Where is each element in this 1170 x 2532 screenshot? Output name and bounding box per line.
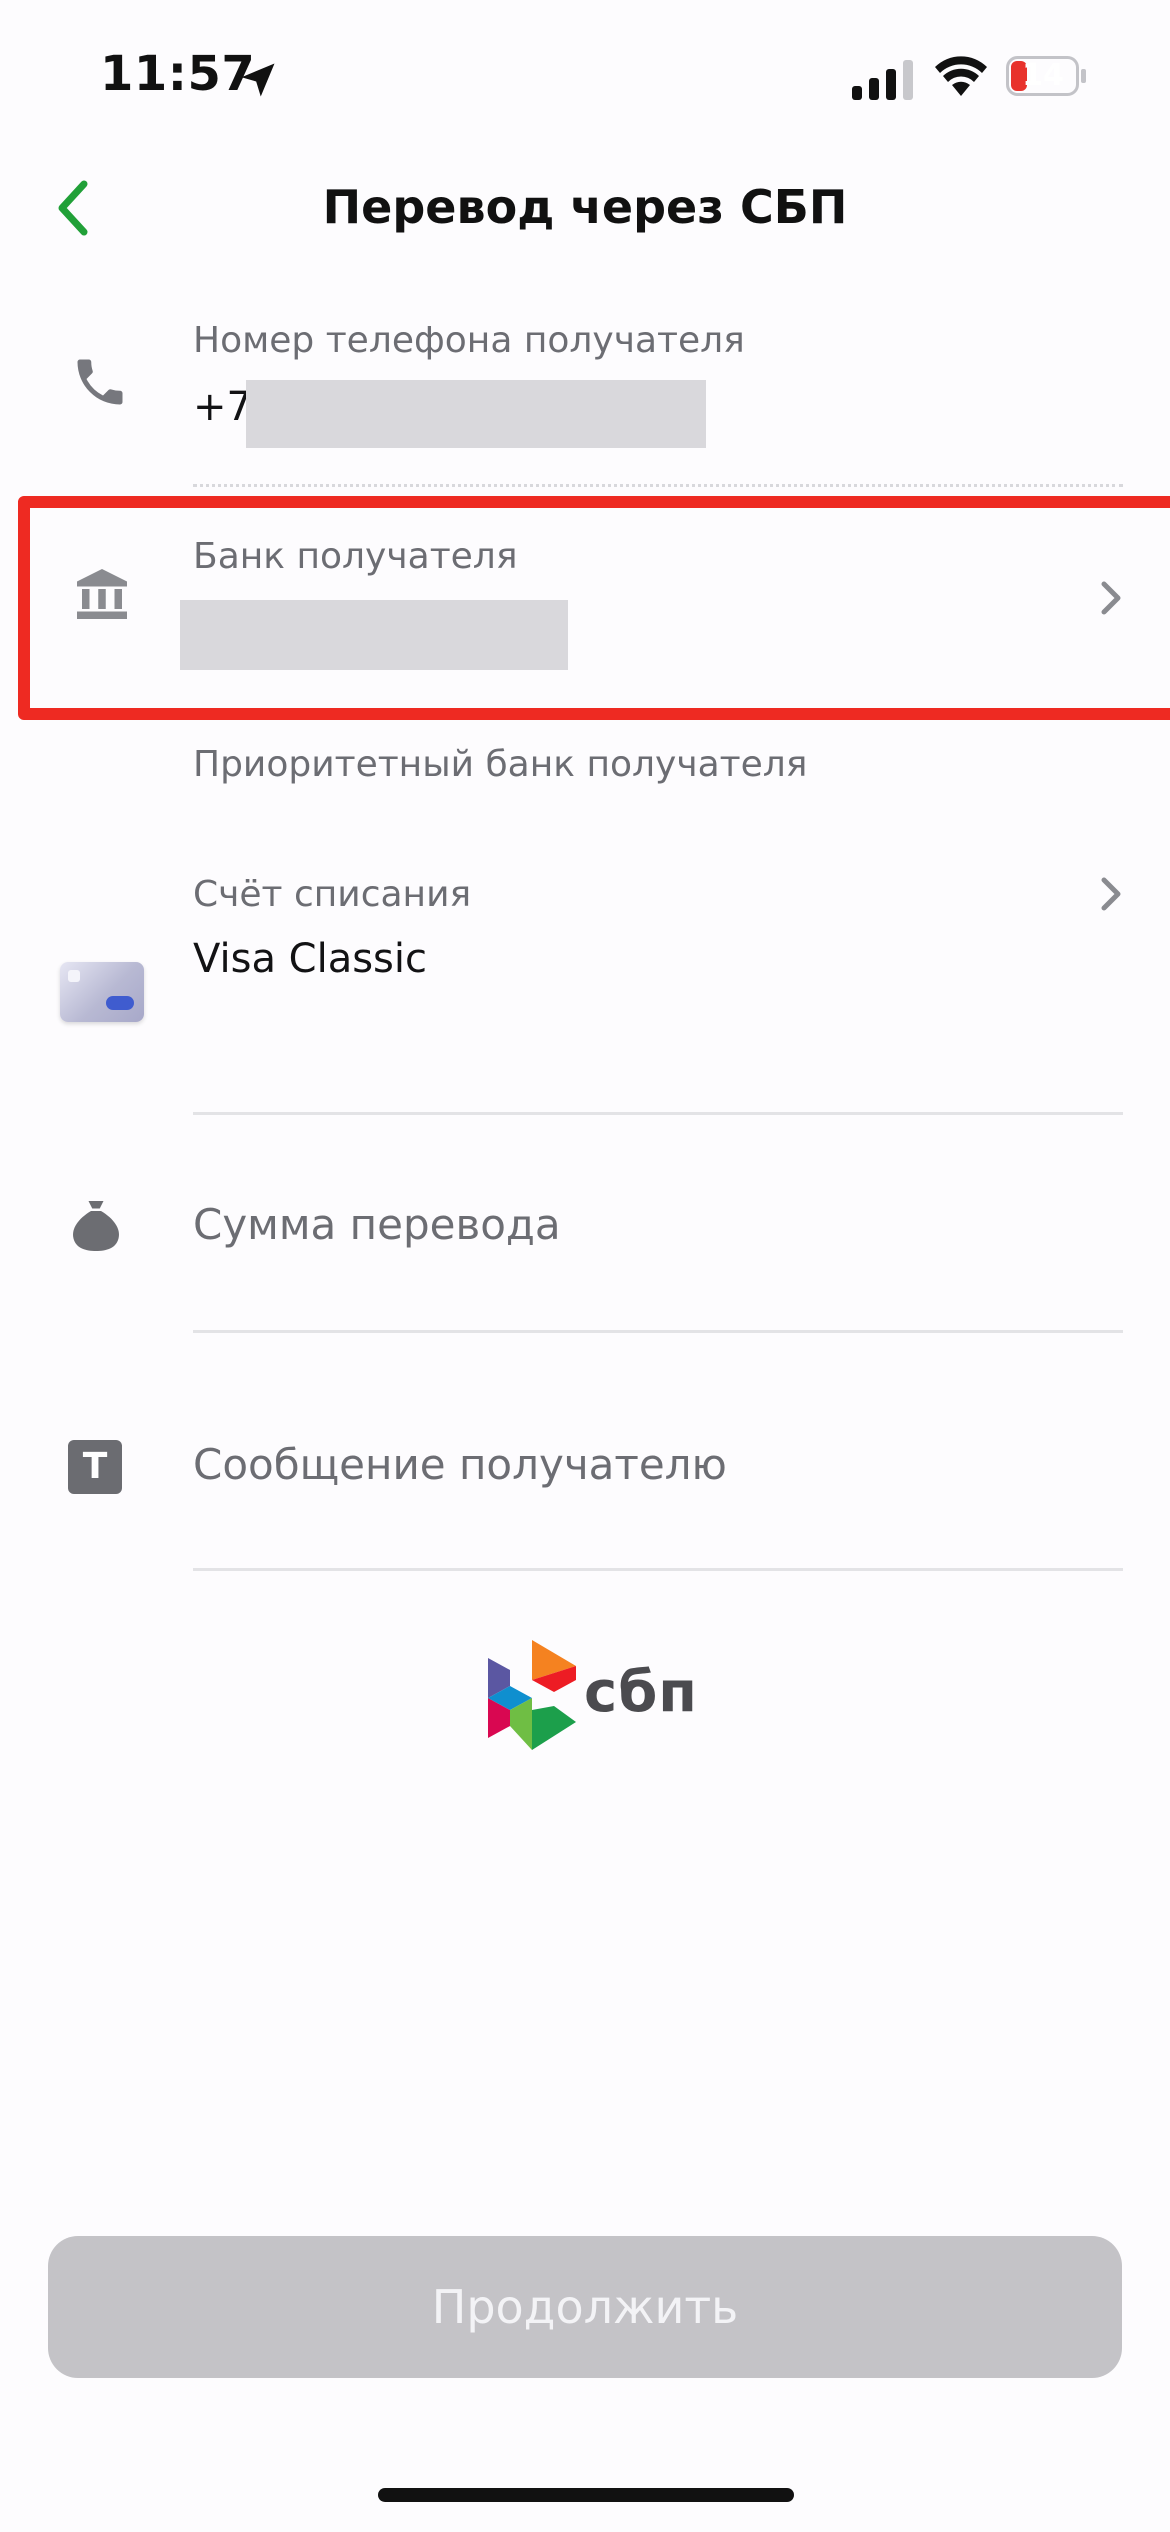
cellular-signal-icon — [852, 60, 913, 100]
card-icon — [60, 962, 144, 1022]
amount-placeholder: Сумма перевода — [193, 1200, 561, 1249]
money-bag-icon — [73, 1201, 119, 1251]
battery-level: 14 — [1022, 58, 1064, 93]
phone-icon — [77, 359, 123, 405]
sbp-logo-icon — [488, 1640, 576, 1750]
sbp-logo-text: сбп — [584, 1660, 698, 1725]
battery-icon: 14 — [1006, 56, 1088, 96]
phone-number-redacted[interactable] — [246, 380, 706, 448]
phone-row[interactable]: Номер телефона получателя +7 — [0, 300, 1170, 490]
account-value: Visa Classic — [193, 936, 428, 982]
account-label: Счёт списания — [193, 874, 472, 915]
priority-bank-hint[interactable]: Приоритетный банк получателя — [193, 744, 807, 785]
bank-row-highlight — [18, 496, 1170, 720]
phone-label: Номер телефона получателя — [193, 320, 745, 361]
message-divider — [193, 1568, 1123, 1571]
sbp-logo: сбп — [488, 1640, 697, 1750]
message-row[interactable]: T Сообщение получателю — [0, 1360, 1170, 1560]
page-title: Перевод через СБП — [322, 180, 848, 234]
message-placeholder: Сообщение получателю — [193, 1440, 727, 1489]
amount-divider — [193, 1330, 1123, 1333]
chevron-right-icon[interactable] — [1098, 874, 1124, 914]
account-row[interactable]: Счёт списания Visa Classic — [0, 860, 1170, 1110]
text-t-icon: T — [68, 1440, 122, 1494]
wifi-icon — [935, 56, 987, 96]
status-time: 11:57 — [100, 46, 256, 102]
home-indicator[interactable] — [378, 2488, 794, 2502]
account-divider — [193, 1112, 1123, 1115]
location-arrow-icon — [241, 63, 275, 97]
amount-row[interactable]: Сумма перевода — [0, 1140, 1170, 1320]
phone-divider — [193, 484, 1123, 487]
phone-prefix: +7 — [193, 384, 252, 430]
continue-button[interactable]: Продолжить — [48, 2236, 1122, 2378]
